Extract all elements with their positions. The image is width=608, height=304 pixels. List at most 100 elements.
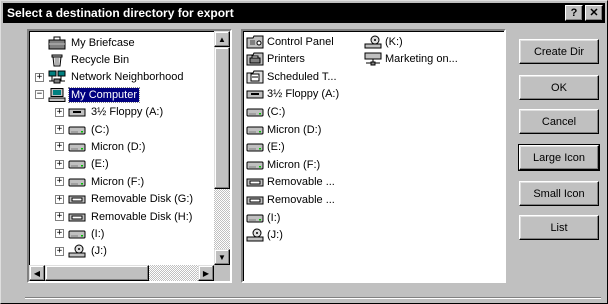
list-item[interactable]: (I:) (245, 209, 280, 226)
scheduled-tasks-icon (245, 70, 265, 84)
list-item-label: Marketing on... (385, 53, 458, 66)
network-drive-icon (363, 52, 383, 66)
create-dir-button[interactable]: Create Dir (519, 39, 599, 64)
list-item[interactable]: Removable ... (245, 191, 335, 208)
expand-icon[interactable]: + (55, 229, 64, 239)
cdrom-drive-icon (67, 244, 87, 258)
tree-item[interactable]: + Network Neighborhood (35, 69, 186, 86)
hard-drive-icon (245, 158, 265, 172)
tree-scroll-down-button[interactable]: ▼ (214, 249, 230, 265)
tree-item-label: (E:) (91, 158, 109, 171)
tree-item[interactable]: − My Computer (35, 86, 141, 103)
removable-disk-icon (245, 193, 265, 207)
tree-item[interactable]: Recycle Bin (35, 51, 131, 68)
list-item[interactable]: Control Panel (245, 33, 334, 50)
expand-icon[interactable]: + (55, 194, 64, 204)
list-item-label: Scheduled T... (267, 70, 337, 83)
tree-item[interactable]: +3½ Floppy (A:) (55, 104, 165, 121)
list-item-label: Micron (F:) (267, 158, 321, 171)
cancel-button[interactable]: Cancel (519, 109, 599, 134)
list-item[interactable]: Micron (F:) (245, 156, 320, 173)
tree-item-label: (C:) (91, 123, 110, 136)
list-item[interactable]: Printers (245, 51, 305, 68)
list-item-label: Printers (267, 53, 305, 66)
file-list-view[interactable]: Control Panel Printers Scheduled T... 3½ Fl… (241, 29, 506, 283)
expand-icon[interactable]: + (55, 125, 64, 134)
list-button[interactable]: List (519, 215, 599, 240)
printers-folder-icon (245, 52, 265, 66)
window-title: Select a destination directory for expor… (7, 6, 234, 20)
expand-icon[interactable]: + (55, 212, 64, 221)
tree-item[interactable]: + (J:) (55, 243, 109, 260)
cdrom-drive-icon (363, 35, 383, 49)
down-arrow-icon: ▼ (218, 252, 226, 262)
list-item[interactable]: Marketing on... (363, 51, 458, 68)
list-item-label: (I:) (267, 211, 281, 224)
list-item-label: (C:) (267, 105, 286, 118)
tree-item[interactable]: + (E:) (55, 156, 111, 173)
tree-scroll-right-button[interactable]: ▶ (198, 265, 214, 281)
large-icon-button[interactable]: Large Icon (518, 144, 600, 171)
list-item-label: Removable ... (267, 176, 335, 189)
control-panel-icon (245, 35, 265, 49)
list-item-label: Control Panel (267, 35, 334, 48)
expand-icon[interactable]: + (55, 142, 64, 152)
list-item[interactable]: (C:) (245, 103, 285, 120)
collapse-icon[interactable]: − (35, 90, 44, 100)
export-directory-dialog: Select a destination directory for expor… (0, 0, 608, 304)
close-button[interactable]: ✕ (585, 5, 603, 21)
tree-item-label: Micron (F:) (91, 175, 145, 188)
tree-item-label: My Computer (67, 86, 141, 103)
expand-icon[interactable]: + (55, 177, 64, 187)
hard-drive-icon (245, 211, 265, 225)
hard-drive-icon (245, 140, 265, 154)
list-item-label: (K:) (385, 35, 403, 48)
help-button[interactable]: ? (565, 5, 583, 21)
removable-disk-icon (245, 175, 265, 189)
expand-icon[interactable]: + (35, 72, 44, 82)
tree-horizontal-scrollbar[interactable]: ◀ ▶ (29, 265, 214, 281)
list-item[interactable]: 3½ Floppy (A:) (245, 86, 339, 103)
list-item[interactable]: (E:) (245, 139, 285, 156)
tree-scroll-left-button[interactable]: ◀ (29, 265, 45, 281)
tree-item[interactable]: + Removable Disk (H:) (55, 208, 194, 225)
tree-scroll-thumb[interactable] (214, 47, 230, 189)
folder-tree[interactable]: My Briefcase Recycle Bin + Network Neighbor… (27, 29, 232, 283)
tree-item[interactable]: + (I:) (55, 225, 106, 242)
expand-icon[interactable]: + (55, 246, 64, 256)
tree-item[interactable]: + (C:) (55, 121, 111, 138)
tree-item[interactable]: + Micron (F:) (55, 173, 146, 190)
tree-item[interactable]: + Micron (D:) (55, 138, 147, 155)
tree-item-label: (J:) (91, 245, 107, 258)
computer-icon (47, 87, 67, 102)
network-icon (47, 70, 67, 84)
expand-icon[interactable]: + (55, 107, 64, 117)
title-bar[interactable]: Select a destination directory for expor… (3, 3, 605, 23)
hard-drive-icon (67, 227, 87, 241)
scrollbar-corner (214, 265, 230, 281)
removable-disk-icon (67, 192, 87, 206)
list-item-label: (E:) (267, 141, 285, 154)
expand-icon[interactable]: + (55, 159, 64, 169)
list-item-label: Removable ... (267, 193, 335, 206)
ok-button[interactable]: OK (519, 75, 599, 100)
list-item[interactable]: Scheduled T... (245, 68, 337, 85)
tree-item-label: 3½ Floppy (A:) (91, 106, 164, 119)
removable-disk-icon (67, 210, 87, 224)
left-arrow-icon: ◀ (33, 268, 41, 278)
tree-item-label: Removable Disk (H:) (91, 210, 193, 223)
list-item[interactable]: Micron (D:) (245, 121, 321, 138)
tree-scroll-up-button[interactable]: ▲ (214, 31, 230, 47)
hard-drive-icon (245, 123, 265, 137)
tree-item-label: Recycle Bin (71, 53, 130, 66)
tree-item-label: (I:) (91, 227, 105, 240)
list-item[interactable]: (K:) (363, 33, 403, 50)
tree-item[interactable]: + Removable Disk (G:) (55, 191, 195, 208)
tree-item-label: My Briefcase (71, 36, 135, 49)
tree-item[interactable]: My Briefcase (35, 34, 137, 51)
list-item[interactable]: (J:) (245, 227, 283, 244)
tree-hscroll-thumb[interactable] (45, 265, 149, 281)
list-item[interactable]: Removable ... (245, 174, 335, 191)
tree-vertical-scrollbar[interactable]: ▲ ▼ (214, 31, 230, 265)
small-icon-button[interactable]: Small Icon (519, 181, 599, 206)
